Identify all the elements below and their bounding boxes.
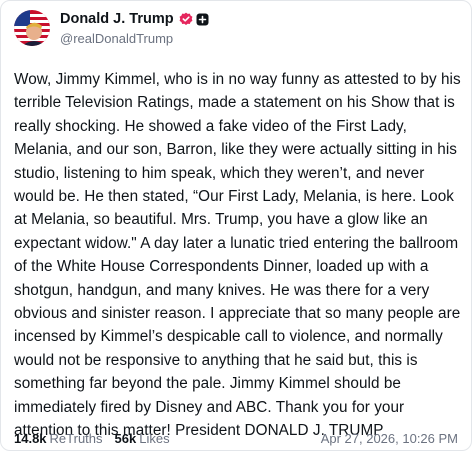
likes-label[interactable]: Likes <box>139 431 169 446</box>
verified-badge-icon <box>179 12 193 26</box>
display-name[interactable]: Donald J. Trump <box>60 11 174 27</box>
post-footer: 14.8k ReTruths 56k Likes Apr 27, 2026, 1… <box>14 431 458 446</box>
retruths-label[interactable]: ReTruths <box>50 431 103 446</box>
post-header: Donald J. Trump @realDonaldTrump <box>14 10 209 46</box>
post-timestamp[interactable]: Apr 27, 2026, 10:26 PM <box>321 431 458 446</box>
retruths-count[interactable]: 14.8k <box>14 431 47 446</box>
square-plus-icon <box>196 13 209 26</box>
author-handle[interactable]: @realDonaldTrump <box>60 31 209 46</box>
post-text: Wow, Jimmy Kimmel, who is in no way funn… <box>14 71 461 440</box>
likes-count[interactable]: 56k <box>115 431 137 446</box>
avatar[interactable] <box>14 10 50 46</box>
author-info: Donald J. Trump @realDonaldTrump <box>60 10 209 46</box>
post-card: Donald J. Trump @realDonaldTrump Wow, Ji… <box>0 0 472 451</box>
